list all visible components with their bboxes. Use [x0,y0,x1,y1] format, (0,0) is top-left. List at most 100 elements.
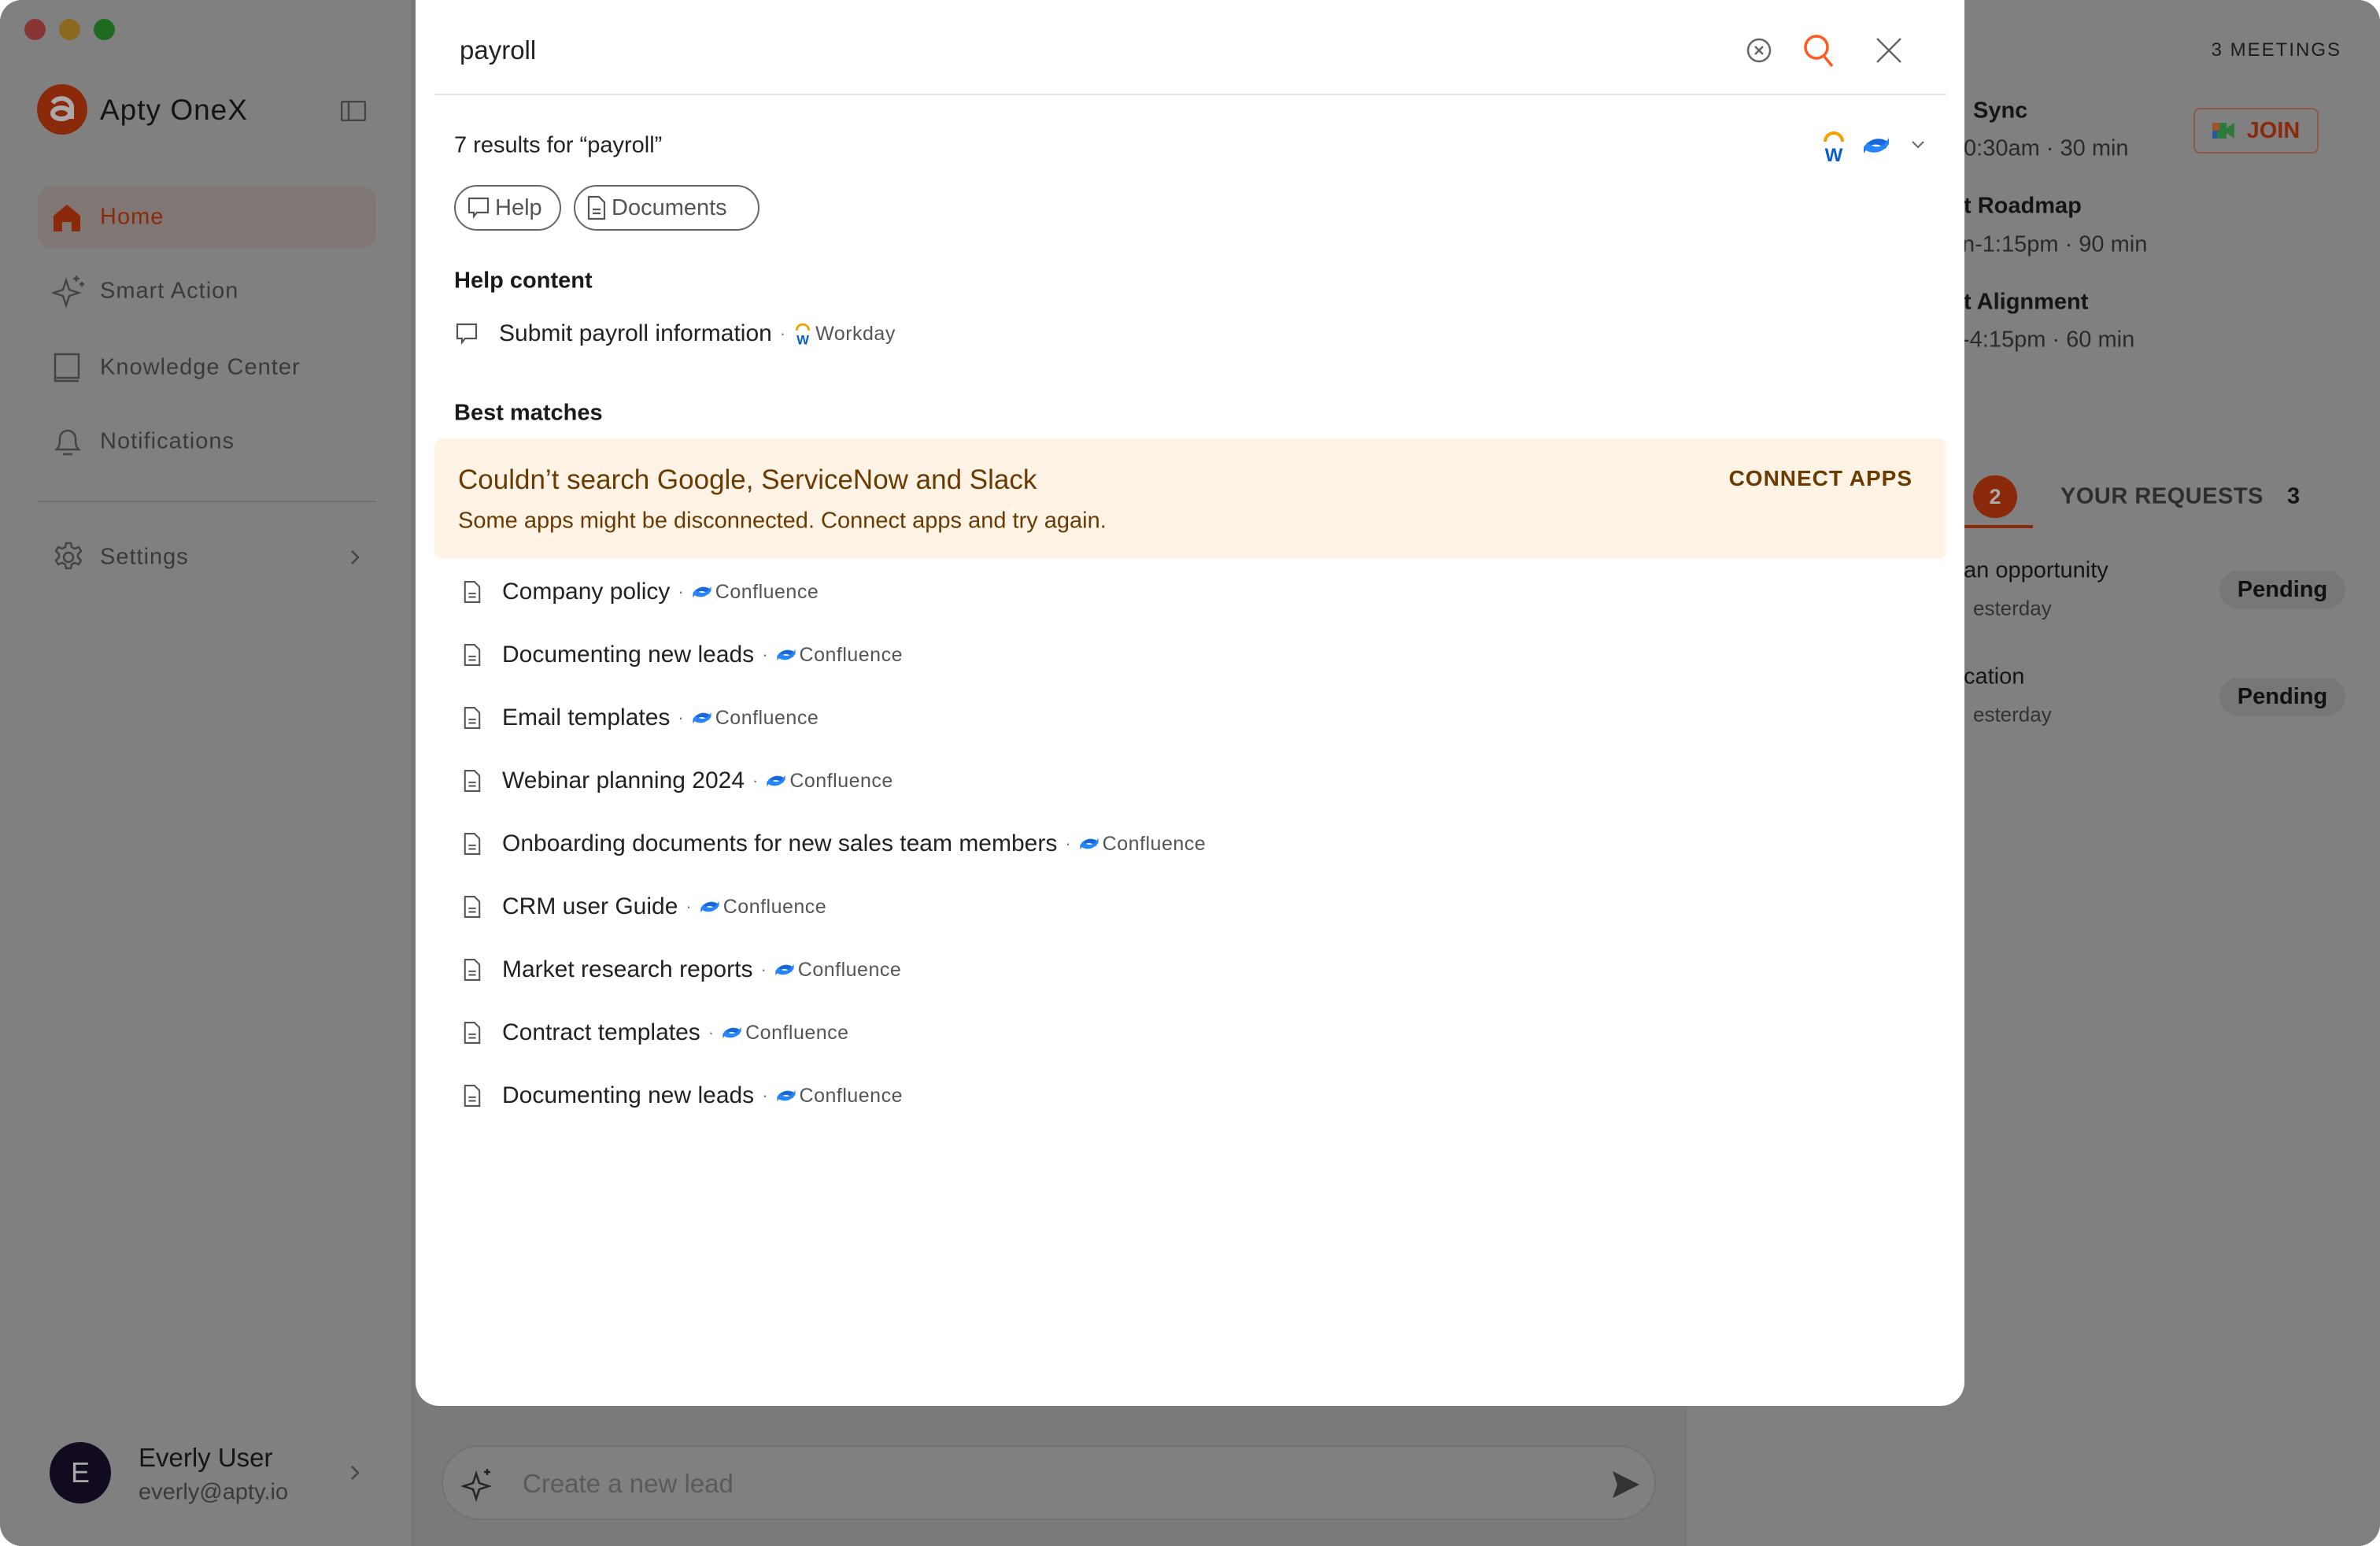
search-icon[interactable] [1802,33,1837,69]
send-icon[interactable] [1610,1469,1642,1500]
result-title: CRM user Guide [502,893,678,919]
chat-icon [456,323,478,346]
confluence-icon [776,1089,796,1102]
result-title: Onboarding documents for new sales team … [502,830,1058,856]
sidebar-toggle-icon[interactable] [341,101,366,121]
composer-placeholder: Create a new lead [523,1469,734,1498]
result-source: Workday [815,322,896,345]
meeting-time: 0:30am · 30 min [1964,135,2129,161]
result-title: Market research reports [502,956,753,982]
request-date: esterday [1973,702,2052,727]
maximize-window-button[interactable] [94,19,115,40]
document-icon [464,833,481,855]
gear-icon [54,542,83,570]
book-icon [54,353,80,383]
document-result-item[interactable]: Onboarding documents for new sales team … [463,820,1206,867]
result-source: Confluence [715,706,819,729]
confluence-icon [776,649,796,661]
sparkle-icon [52,276,84,309]
document-icon [464,896,481,918]
sidebar-item-notifications[interactable]: Notifications [38,411,376,472]
join-meeting-button[interactable]: JOIN [2193,108,2319,153]
svg-text:W: W [1825,145,1843,162]
document-result-item[interactable]: Contract templates · Confluence [463,1009,849,1056]
bell-icon [54,429,82,456]
result-title: Webinar planning 2024 [502,767,745,793]
workday-filter-icon[interactable]: W [1820,131,1847,162]
svg-text:W: W [796,332,809,345]
meeting-title[interactable]: t Roadmap [1964,194,2082,220]
clear-search-icon[interactable] [1746,37,1772,64]
sidebar-item-label: Knowledge Center [100,354,301,380]
banner-title: Couldn’t search Google, ServiceNow and S… [458,464,1037,495]
search-divider [434,94,1946,95]
document-icon [464,770,481,792]
request-title[interactable]: an opportunity [1964,558,2108,584]
result-source: Confluence [799,643,903,666]
document-icon [464,1085,481,1107]
document-result-item[interactable]: Webinar planning 2024 · Confluence [463,757,893,804]
search-input[interactable] [460,31,1719,69]
banner-message: Some apps might be disconnected. Connect… [458,508,1107,534]
meetings-count: 3 MEETINGS [2211,39,2341,61]
request-date: esterday [1973,596,2052,620]
meeting-time: -4:15pm · 60 min [1962,327,2135,353]
sidebar-item-smart-action[interactable]: Smart Action [38,261,376,322]
result-title: Documenting new leads [502,1082,755,1108]
document-result-item[interactable]: Documenting new leads · Confluence [463,631,903,679]
close-icon[interactable] [1875,36,1903,65]
result-title: Contract templates [502,1019,700,1045]
help-result-item[interactable]: Submit payroll information · W Workday [455,310,896,357]
sidebar-divider [38,501,376,502]
confluence-icon [693,586,711,598]
tab-count: 3 [2287,483,2301,509]
join-label: JOIN [2246,117,2301,143]
result-title: Company policy [502,579,671,605]
result-title: Email templates [502,705,671,730]
avatar[interactable]: E [50,1442,111,1503]
tab-your-requests[interactable]: YOUR REQUESTS [2060,484,2264,510]
sidebar-item-label: Smart Action [100,278,239,304]
document-result-item[interactable]: Documenting new leads · Confluence [463,1072,903,1119]
connect-apps-banner: Couldn’t search Google, ServiceNow and S… [434,438,1946,559]
google-meet-icon [2212,123,2234,139]
tab-badge[interactable]: 2 [1973,475,2017,518]
filter-chip-help[interactable]: Help [454,185,561,231]
chevron-right-icon [351,550,360,564]
user-email: everly@apty.io [139,1479,289,1505]
confluence-icon [1080,838,1099,850]
document-result-item[interactable]: CRM user Guide · Confluence [463,883,826,930]
close-window-button[interactable] [24,19,46,40]
meeting-title[interactable]: Sync [1973,98,2027,124]
chevron-down-icon[interactable] [1911,140,1925,150]
app-name: Apty OneX [100,94,248,126]
chip-label: Documents [612,194,727,220]
connect-apps-button[interactable]: CONNECT APPS [1729,466,1913,491]
composer-input[interactable]: Create a new lead [442,1445,1656,1520]
document-result-item[interactable]: Email templates · Confluence [463,694,819,742]
sidebar: Apty OneX Home Smart Action Knowledge Ce… [0,0,413,1546]
chip-label: Help [495,194,542,220]
meeting-title[interactable]: t Alignment [1964,290,2088,316]
document-icon [464,959,481,981]
chat-icon [468,197,490,220]
document-result-item[interactable]: Company policy · Confluence [463,568,819,616]
sidebar-item-home[interactable]: Home [38,187,376,248]
user-menu-chevron-icon[interactable] [349,1464,360,1481]
document-icon [464,644,481,666]
document-result-item[interactable]: Market research reports · Confluence [463,946,901,993]
status-badge: Pending [2219,571,2345,609]
request-title[interactable]: cation [1964,664,2024,690]
sidebar-item-knowledge-center[interactable]: Knowledge Center [38,337,376,398]
section-heading-help: Help content [454,268,593,294]
result-source: Confluence [797,958,902,981]
result-source: Confluence [715,580,819,603]
sidebar-item-settings[interactable]: Settings [38,527,376,588]
minimize-window-button[interactable] [59,19,80,40]
confluence-filter-icon[interactable] [1862,131,1890,160]
user-name: Everly User [139,1443,273,1472]
filter-chip-documents[interactable]: Documents [574,185,759,231]
sidebar-item-label: Settings [100,544,189,570]
sidebar-item-label: Notifications [100,428,235,454]
confluence-icon [775,963,794,976]
